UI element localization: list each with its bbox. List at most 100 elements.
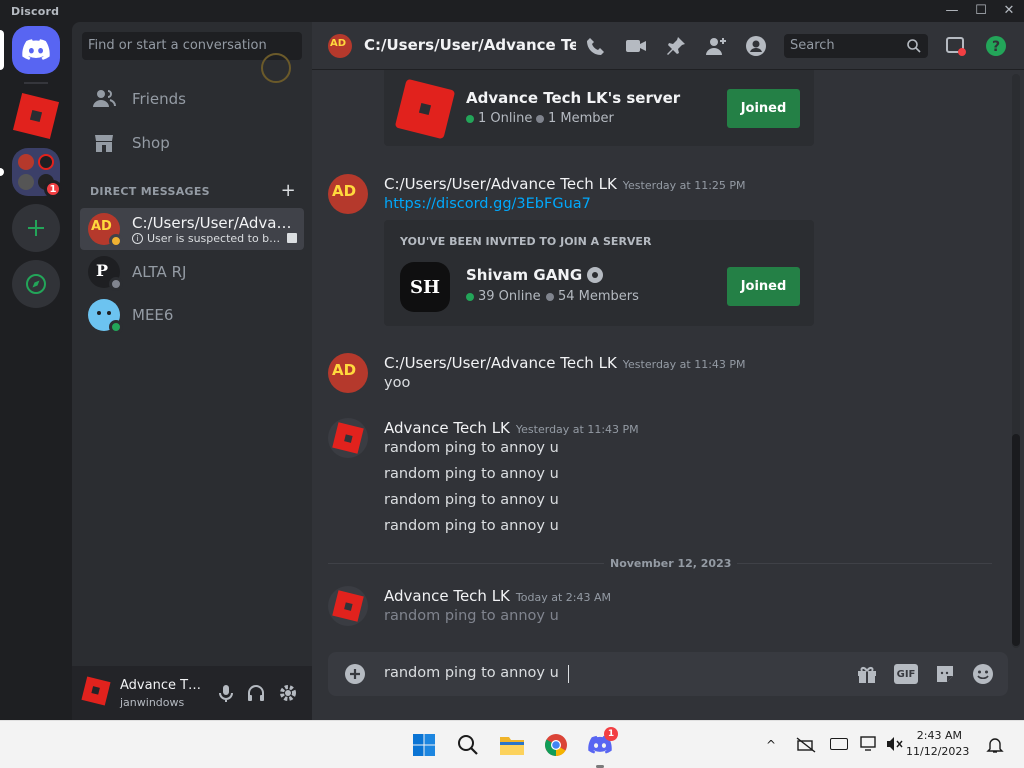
settings-gear-icon[interactable] (278, 683, 298, 703)
message-author[interactable]: C:/Users/User/Advance Tech LK (384, 175, 617, 193)
idle-status-icon (109, 234, 123, 248)
dm-header-label: DIRECT MESSAGES (90, 185, 210, 198)
chrome-icon[interactable] (540, 729, 572, 761)
network-disconnected-icon[interactable] (796, 737, 816, 753)
nav-shop-label: Shop (132, 134, 170, 152)
message-text: random ping to annoy u (384, 466, 559, 482)
message-avatar[interactable]: AD (328, 174, 368, 214)
scrollbar-thumb[interactable] (1012, 434, 1020, 646)
message-avatar[interactable] (328, 586, 368, 626)
help-icon[interactable]: ? (984, 34, 1008, 58)
taskbar-search-icon[interactable] (452, 729, 484, 761)
home-button[interactable] (12, 26, 60, 74)
plus-icon (28, 220, 44, 236)
display-icon[interactable] (860, 736, 878, 752)
notification-bell-icon[interactable] (986, 736, 1004, 754)
avatar: P (88, 256, 123, 291)
message-header: C:/Users/User/Advance Tech LK Yesterday a… (384, 353, 746, 372)
sticker-icon[interactable] (934, 663, 956, 685)
compass-icon (26, 274, 46, 294)
discord-taskbar-icon[interactable]: 1 (584, 727, 618, 768)
joined-button[interactable]: Joined (727, 89, 800, 128)
create-dm-icon[interactable]: + (281, 180, 296, 201)
dm-status-text: User is suspected to be… (147, 231, 281, 245)
headphones-icon[interactable] (246, 683, 266, 703)
rail-divider (24, 82, 48, 84)
online-status-icon (109, 320, 123, 334)
emoji-icon[interactable] (972, 663, 994, 685)
dm-name: ALTA RJ (132, 263, 187, 281)
invite-link[interactable]: https://discord.gg/3EbFGua7 (384, 196, 591, 212)
message-header: Advance Tech LK Yesterday at 11:43 PM (384, 418, 639, 437)
roblox-icon (12, 92, 60, 140)
message-author[interactable]: Advance Tech LK (384, 419, 510, 437)
joined-button[interactable]: Joined (727, 267, 800, 306)
voice-call-icon[interactable] (584, 34, 608, 58)
message-text: random ping to annoy u (384, 492, 559, 508)
unread-pill (0, 168, 4, 176)
minimize-button[interactable]: — (938, 2, 966, 20)
verified-badge-icon (587, 267, 604, 283)
dm-item-mee6[interactable]: MEE6 (80, 294, 304, 336)
message-author[interactable]: Advance Tech LK (384, 587, 510, 605)
chat-area: AD C:/Users/User/Advance Tech I Search (312, 22, 1024, 720)
maximize-button[interactable]: ☐ (967, 2, 995, 20)
keyboard-icon[interactable] (830, 738, 848, 750)
offline-status-icon (109, 277, 123, 291)
embed-server-name: Shivam GANG (466, 266, 583, 284)
video-call-icon[interactable] (624, 34, 648, 58)
windows-start-icon[interactable] (408, 729, 440, 761)
dm-avatar: AD (328, 34, 352, 58)
message-time: Today at 2:43 AM (515, 591, 611, 604)
volume-muted-icon[interactable] (886, 736, 904, 752)
scrollbar-track[interactable] (1012, 74, 1020, 648)
discord-notification-badge: 1 (604, 727, 618, 741)
embed-server-name: Advance Tech LK's server (466, 89, 681, 107)
server-roblox[interactable] (12, 92, 60, 140)
add-friends-icon[interactable] (704, 34, 728, 58)
message-avatar[interactable]: AD (328, 353, 368, 393)
message-author[interactable]: C:/Users/User/Advance Tech LK (384, 354, 617, 372)
explore-servers-button[interactable] (12, 260, 60, 308)
title-bar: Discord — ☐ ✕ (0, 0, 1024, 22)
gif-button[interactable]: GIF (894, 664, 918, 684)
embed-invite-title: YOU'VE BEEN INVITED TO JOIN A SERVER (400, 235, 652, 248)
message-text: random ping to annoy u (384, 440, 559, 456)
nav-shop[interactable]: Shop (80, 122, 304, 164)
discord-logo-icon (22, 39, 50, 60)
search-input[interactable]: Search (784, 34, 928, 58)
message-avatar[interactable] (328, 418, 368, 458)
pinned-messages-icon[interactable] (664, 34, 688, 58)
note-icon (287, 233, 297, 243)
microphone-icon[interactable] (216, 683, 236, 703)
user-name: Advance T… (120, 678, 202, 693)
server-folder[interactable]: 1 (12, 148, 62, 198)
selected-pill (0, 30, 4, 70)
date-divider: November 12, 2023 (604, 557, 738, 570)
search-icon (906, 38, 922, 54)
shop-icon (92, 131, 116, 155)
inbox-icon[interactable] (944, 34, 968, 58)
clock-date[interactable]: 11/12/2023 (906, 745, 969, 758)
message-input[interactable]: random ping to annoy u (384, 665, 559, 681)
attach-plus-icon[interactable] (344, 663, 366, 685)
nav-friends-label: Friends (132, 90, 186, 108)
dm-item-alta-rj[interactable]: P ALTA RJ (80, 251, 304, 293)
server-icon-shivam: SH (400, 262, 450, 312)
clock-time[interactable]: 2:43 AM (916, 729, 962, 742)
embed-server-title: Shivam GANG (466, 266, 604, 284)
embed-online-count: 39 Online (466, 289, 541, 304)
dm-item-advance-tech[interactable]: AD C:/Users/User/Advan… i User is suspec… (80, 208, 304, 250)
mention-badge: 1 (44, 180, 62, 198)
avatar-glyph: AD (91, 219, 112, 234)
show-hidden-icons-chevron-icon[interactable]: ^ (766, 738, 776, 752)
user-profile-icon[interactable] (744, 34, 768, 58)
gift-icon[interactable] (856, 663, 878, 685)
close-button[interactable]: ✕ (995, 2, 1023, 20)
invite-embed-2: YOU'VE BEEN INVITED TO JOIN A SERVER SH … (384, 220, 814, 326)
file-explorer-icon[interactable] (496, 729, 528, 761)
message-header: C:/Users/User/Advance Tech LK Yesterday a… (384, 174, 746, 193)
user-avatar[interactable] (81, 676, 111, 706)
nav-friends[interactable]: Friends (80, 78, 304, 120)
add-server-button[interactable] (12, 204, 60, 252)
